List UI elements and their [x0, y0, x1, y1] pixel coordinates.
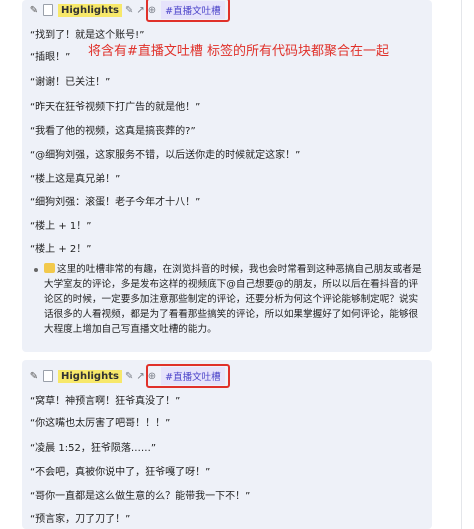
- comment-line: “哥你一直都是这么做生意的么？能带我一下不！”: [30, 491, 251, 502]
- memo-icon: [44, 263, 55, 273]
- page-icon[interactable]: [42, 369, 54, 383]
- comment-line: “找到了！就是这个账号!”: [30, 30, 145, 41]
- comment-line: “@细狗刘强，这家服务不错，以后送你走的时候就定这家！”: [30, 150, 301, 161]
- scrollbar[interactable]: [456, 0, 466, 529]
- pencil-icon[interactable]: ✎: [28, 369, 40, 383]
- tag-highlight-box: [146, 0, 230, 22]
- highlights-label: Highlights: [58, 369, 122, 383]
- comment-line: “凌晨 1:52，狂爷陨落……”: [30, 443, 156, 454]
- pencil-icon[interactable]: ✎: [28, 3, 40, 17]
- comment-line: “你这嘴也太厉害了吧哥！！！”: [30, 418, 171, 429]
- comment-line: “昨天在狂爷视频下打广告的就是他！”: [30, 102, 201, 113]
- highlights-label: Highlights: [58, 3, 122, 17]
- edit-icon[interactable]: ✎: [125, 371, 133, 382]
- comment-line: “窝草！神预言啊！狂爷真没了！”: [30, 396, 181, 407]
- comment-line: “细狗刘强：滚蛋！老子今年才十八！”: [30, 197, 201, 208]
- comment-line: “我看了他的视频，这真是搞丧葬的?”: [30, 126, 196, 137]
- comment-line: “预言家，刀了刀了！”: [30, 514, 131, 525]
- comment-line: “楼上 + 2！”: [30, 244, 92, 255]
- annotation-text: 将含有#直播文吐槽 标签的所有代码块都聚合在一起: [88, 44, 390, 59]
- edit-icon[interactable]: ✎: [125, 5, 133, 16]
- bullet-dot: [34, 268, 38, 272]
- note-text: 这里的吐槽非常的有趣，在浏览抖音的时候，我也会时常看到这种恶搞自己朋友或者是大学…: [44, 264, 422, 335]
- page-icon[interactable]: [42, 3, 54, 17]
- note-paragraph: 这里的吐槽非常的有趣，在浏览抖音的时候，我也会时常看到这种恶搞自己朋友或者是大学…: [44, 262, 426, 337]
- comment-line: “楼上 + 1！”: [30, 221, 92, 232]
- comment-line: “谢谢！已关注！”: [30, 77, 111, 88]
- scrollbar-track: [461, 0, 462, 529]
- comment-line: “楼上这是真兄弟！”: [30, 174, 121, 185]
- external-link-icon[interactable]: ↗: [136, 5, 144, 16]
- comment-line: “不会吧，真被你说中了，狂爷嘎了呀！”: [30, 467, 211, 478]
- tag-highlight-box: [146, 364, 230, 388]
- comment-line: “插眼！”: [30, 52, 71, 63]
- external-link-icon[interactable]: ↗: [136, 371, 144, 382]
